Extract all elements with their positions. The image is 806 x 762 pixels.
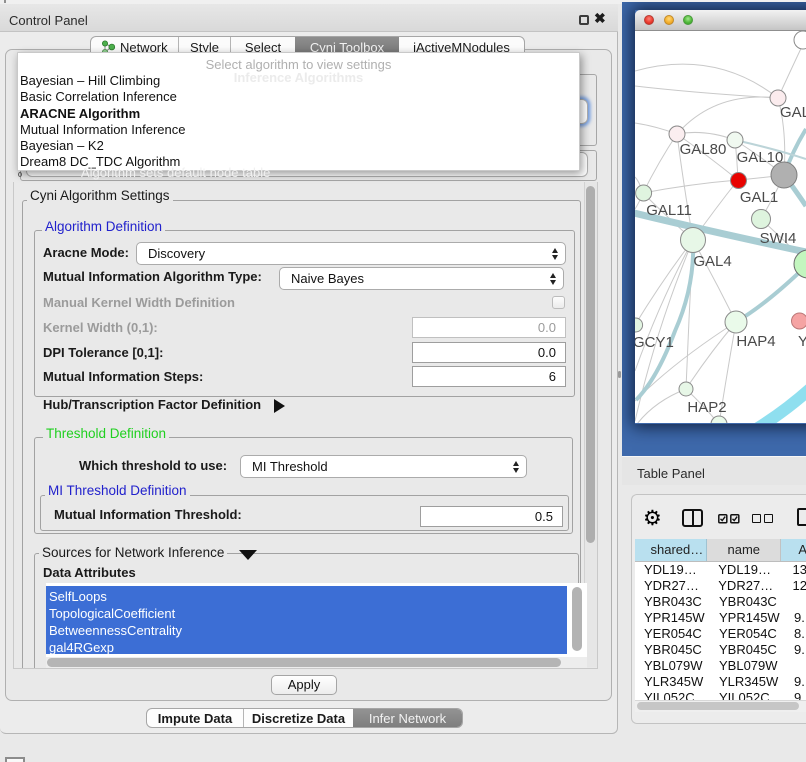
svg-text:GAL4: GAL4 — [693, 253, 731, 270]
svg-text:GAL1: GAL1 — [740, 189, 778, 206]
svg-text:YJ: YJ — [798, 333, 806, 350]
svg-text:HAP4: HAP4 — [736, 333, 775, 350]
svg-text:GAL10: GAL10 — [737, 149, 784, 166]
svg-text:GAL7: GAL7 — [780, 104, 806, 121]
svg-text:SWI4: SWI4 — [760, 230, 797, 247]
svg-text:HAP2: HAP2 — [687, 399, 726, 416]
svg-text:GCY1: GCY1 — [635, 334, 674, 351]
svg-text:GAL11: GAL11 — [646, 202, 692, 219]
svg-text:GAL80: GAL80 — [680, 141, 727, 158]
